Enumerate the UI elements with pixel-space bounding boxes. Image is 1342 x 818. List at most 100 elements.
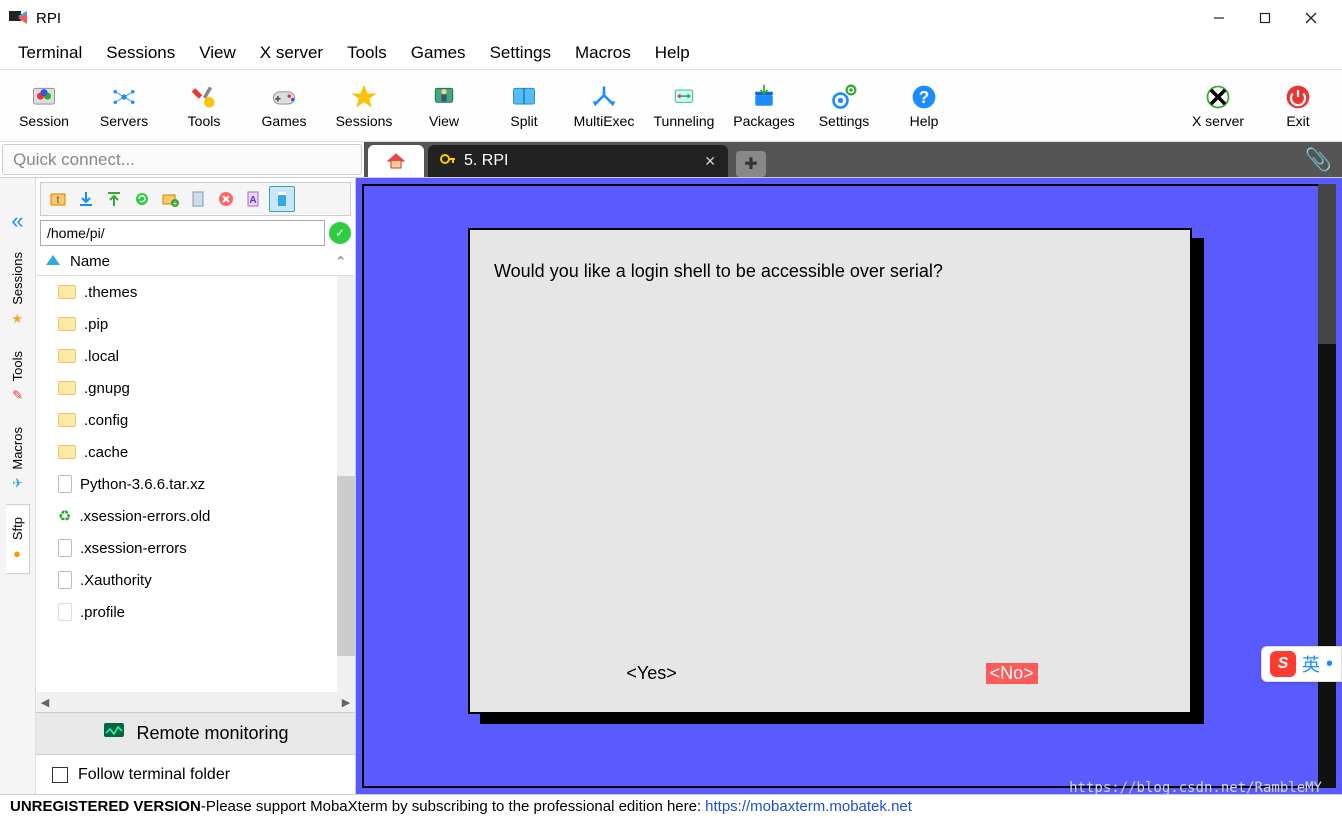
checkbox-icon xyxy=(52,767,68,783)
menu-terminal[interactable]: Terminal xyxy=(6,37,94,69)
app-icon xyxy=(8,8,28,28)
list-item[interactable]: ♻.xsession-errors.old xyxy=(36,500,355,532)
sftp-delete-icon[interactable] xyxy=(213,186,239,212)
folder-icon xyxy=(58,317,76,331)
svg-text:A: A xyxy=(249,195,256,206)
tab-new-button[interactable]: ✚ xyxy=(736,151,766,177)
toolbar-games[interactable]: Games xyxy=(244,83,324,129)
menu-bar: Terminal Sessions View X server Tools Ga… xyxy=(0,36,1342,70)
menu-sessions[interactable]: Sessions xyxy=(94,37,187,69)
recycle-icon: ♻ xyxy=(58,507,71,525)
paperclip-icon[interactable]: 📎 xyxy=(1305,147,1332,173)
sftp-refresh-icon[interactable] xyxy=(129,186,155,212)
list-item[interactable]: .themes xyxy=(36,276,355,308)
ime-menu-icon[interactable]: • xyxy=(1326,653,1333,676)
toolbar-multiexec[interactable]: MultiExec xyxy=(564,83,644,129)
sftp-upload-icon[interactable] xyxy=(101,186,127,212)
status-link[interactable]: https://mobaxterm.mobatek.net xyxy=(705,798,912,815)
monitor-icon xyxy=(102,721,126,746)
sftp-newfolder-icon[interactable]: + xyxy=(157,186,183,212)
quick-connect-input[interactable]: Quick connect... xyxy=(2,144,362,175)
status-bar: UNREGISTERED VERSION - Please support Mo… xyxy=(0,794,1342,818)
raspi-config-dialog: Would you like a login shell to be acces… xyxy=(468,228,1192,714)
follow-terminal-checkbox[interactable]: Follow terminal folder xyxy=(36,754,355,794)
list-item[interactable]: .xsession-errors xyxy=(36,532,355,564)
dialog-yes-option[interactable]: <Yes> xyxy=(622,663,680,684)
dialog-no-option[interactable]: <No> xyxy=(986,663,1038,684)
close-button[interactable] xyxy=(1288,2,1334,34)
vtab-sftp[interactable]: ●Sftp xyxy=(6,504,30,574)
toolbar-split[interactable]: Split xyxy=(484,83,564,129)
title-bar: RPI xyxy=(0,0,1342,36)
sftp-scrollbar-v[interactable] xyxy=(337,276,355,692)
list-item[interactable]: .gnupg xyxy=(36,372,355,404)
vtab-tools[interactable]: ✎Tools xyxy=(6,339,29,415)
toolbar-packages[interactable]: Packages xyxy=(724,83,804,129)
vtab-sessions[interactable]: ★Sessions xyxy=(6,240,29,339)
menu-games[interactable]: Games xyxy=(399,37,478,69)
list-item[interactable]: .cache xyxy=(36,436,355,468)
collapse-sidebar-icon[interactable]: « xyxy=(11,208,23,234)
parent-folder-icon[interactable] xyxy=(44,251,62,273)
svg-text:+: + xyxy=(173,199,178,208)
terminal-scrollbar[interactable] xyxy=(1318,184,1336,788)
menu-tools[interactable]: Tools xyxy=(335,37,399,69)
toolbar-servers[interactable]: Servers xyxy=(84,83,164,129)
toolbar-tools[interactable]: Tools xyxy=(164,83,244,129)
toolbar-settings[interactable]: Settings xyxy=(804,83,884,129)
toolbar-view[interactable]: View xyxy=(404,83,484,129)
status-unregistered: UNREGISTERED VERSION xyxy=(10,798,201,815)
sftp-newfile-icon[interactable] xyxy=(185,186,211,212)
key-icon xyxy=(440,151,456,172)
file-icon xyxy=(58,475,72,493)
sftp-home-icon[interactable]: t xyxy=(45,186,71,212)
sftp-path-row: ✓ xyxy=(40,220,351,246)
sftp-file-list: .themes .pip .local .gnupg .config .cach… xyxy=(36,276,355,692)
folder-icon xyxy=(58,349,76,363)
list-item[interactable]: .Xauthority xyxy=(36,564,355,596)
tab-active[interactable]: 5. RPI ✕ xyxy=(428,145,728,177)
toolbar-help[interactable]: ?Help xyxy=(884,83,964,129)
terminal-viewport[interactable]: Would you like a login shell to be acces… xyxy=(362,184,1336,788)
menu-help[interactable]: Help xyxy=(643,37,702,69)
menu-view[interactable]: View xyxy=(187,37,248,69)
sftp-panel: t + A ✓ Name ⌃ .themes .pip .local .gnup… xyxy=(36,178,356,794)
svg-text:?: ? xyxy=(919,87,930,107)
folder-icon xyxy=(58,285,76,299)
toolbar-sessions[interactable]: Sessions xyxy=(324,83,404,129)
list-item[interactable]: .local xyxy=(36,340,355,372)
toolbar-tunneling[interactable]: Tunneling xyxy=(644,83,724,129)
terminal-area: Would you like a login shell to be acces… xyxy=(356,178,1342,794)
file-icon xyxy=(58,571,72,589)
toolbar: Session Servers Tools Games Sessions Vie… xyxy=(0,70,1342,142)
menu-macros[interactable]: Macros xyxy=(563,37,643,69)
file-icon xyxy=(58,539,72,557)
menu-xserver[interactable]: X server xyxy=(248,37,335,69)
list-item[interactable]: Python-3.6.6.tar.xz xyxy=(36,468,355,500)
tab-home[interactable] xyxy=(368,145,424,177)
maximize-button[interactable] xyxy=(1242,2,1288,34)
tab-close-icon[interactable]: ✕ xyxy=(704,153,716,170)
toolbar-exit[interactable]: Exit xyxy=(1258,83,1338,129)
sftp-list-header[interactable]: Name ⌃ xyxy=(36,248,355,276)
sftp-download-icon[interactable] xyxy=(73,186,99,212)
tab-strip-row: Quick connect... 5. RPI ✕ ✚ 📎 xyxy=(0,142,1342,178)
sftp-properties-icon[interactable] xyxy=(269,186,295,212)
tab-label: 5. RPI xyxy=(464,152,508,170)
sftp-edit-icon[interactable]: A xyxy=(241,186,267,212)
sftp-scrollbar-h[interactable]: ◀▶ xyxy=(36,692,355,712)
list-item[interactable]: .config xyxy=(36,404,355,436)
menu-settings[interactable]: Settings xyxy=(478,37,563,69)
folder-icon xyxy=(58,445,76,459)
toolbar-session[interactable]: Session xyxy=(4,83,84,129)
minimize-button[interactable] xyxy=(1196,2,1242,34)
list-item[interactable]: .profile xyxy=(36,596,355,628)
status-message: Please support MobaXterm by subscribing … xyxy=(206,798,701,815)
sort-indicator-icon: ⌃ xyxy=(334,253,347,271)
sftp-path-input[interactable] xyxy=(40,220,325,246)
vtab-macros[interactable]: ✈Macros xyxy=(6,415,29,504)
remote-monitoring-button[interactable]: Remote monitoring xyxy=(36,712,355,754)
toolbar-xserver[interactable]: X server xyxy=(1178,83,1258,129)
list-item[interactable]: .pip xyxy=(36,308,355,340)
ime-indicator[interactable]: S 英 • xyxy=(1261,646,1342,682)
